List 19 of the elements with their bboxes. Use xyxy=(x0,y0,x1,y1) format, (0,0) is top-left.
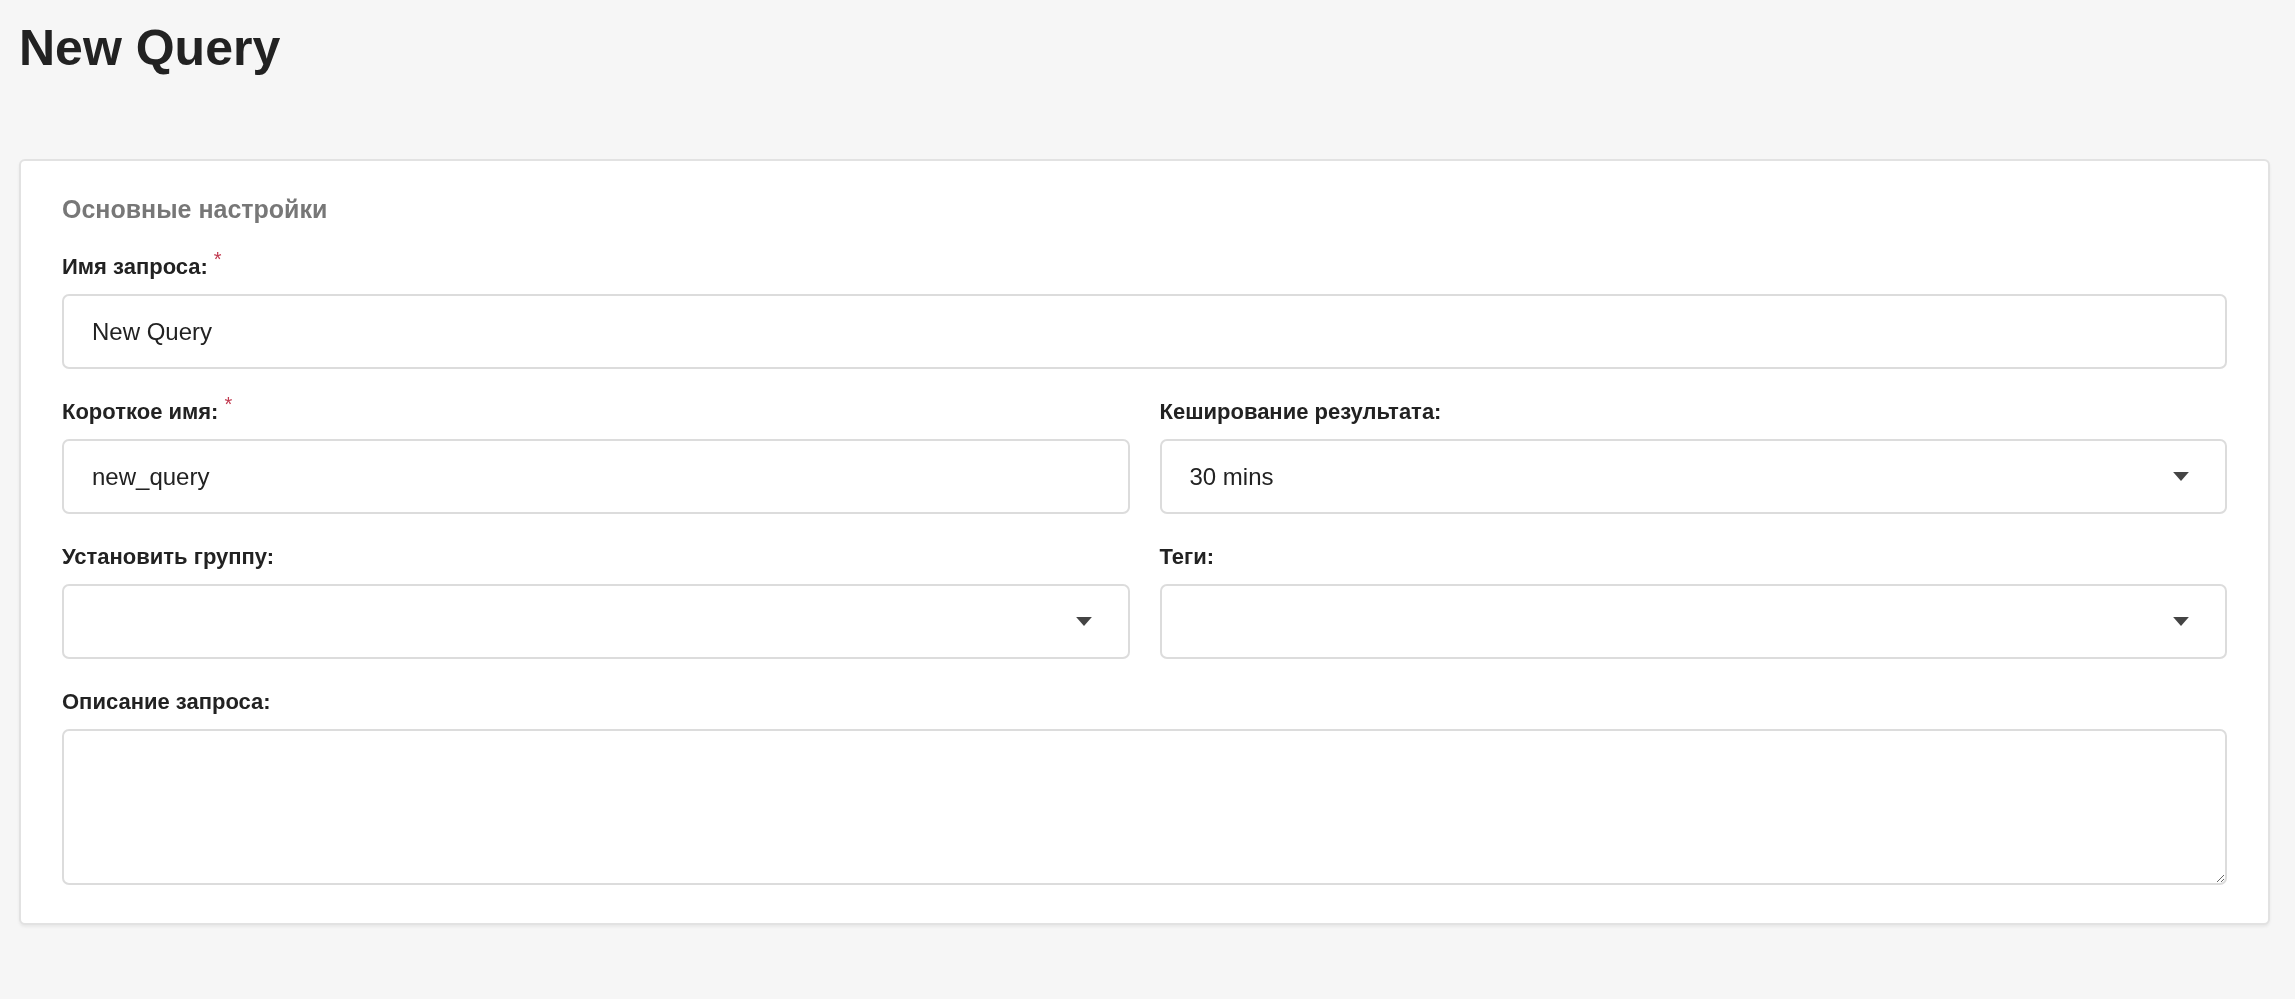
text-field[interactable]: New Query xyxy=(62,294,2227,369)
required-mark: * xyxy=(224,393,233,416)
dropdown[interactable]: 30 mins xyxy=(1159,439,2227,514)
field-label: Имя запроса: xyxy=(62,254,208,280)
field-label: Теги: xyxy=(1159,544,1215,570)
field-label: Описание запроса: xyxy=(62,689,271,715)
field-label: Короткое имя: xyxy=(62,399,219,425)
description-field[interactable] xyxy=(62,729,2227,885)
required-mark: * xyxy=(213,248,222,271)
dropdown[interactable] xyxy=(62,584,1130,659)
dropdown[interactable] xyxy=(1159,584,2227,659)
field-label: Кеширование результата: xyxy=(1159,399,1442,425)
caret-icon xyxy=(2173,472,2189,481)
field-label: Установить группу: xyxy=(62,544,275,570)
section-title: Основные настройки xyxy=(62,195,329,224)
text-field[interactable]: new_query xyxy=(62,439,1130,514)
caret-icon xyxy=(1075,617,1092,626)
page-title: New Query xyxy=(19,19,282,78)
caret-icon xyxy=(2173,617,2189,626)
